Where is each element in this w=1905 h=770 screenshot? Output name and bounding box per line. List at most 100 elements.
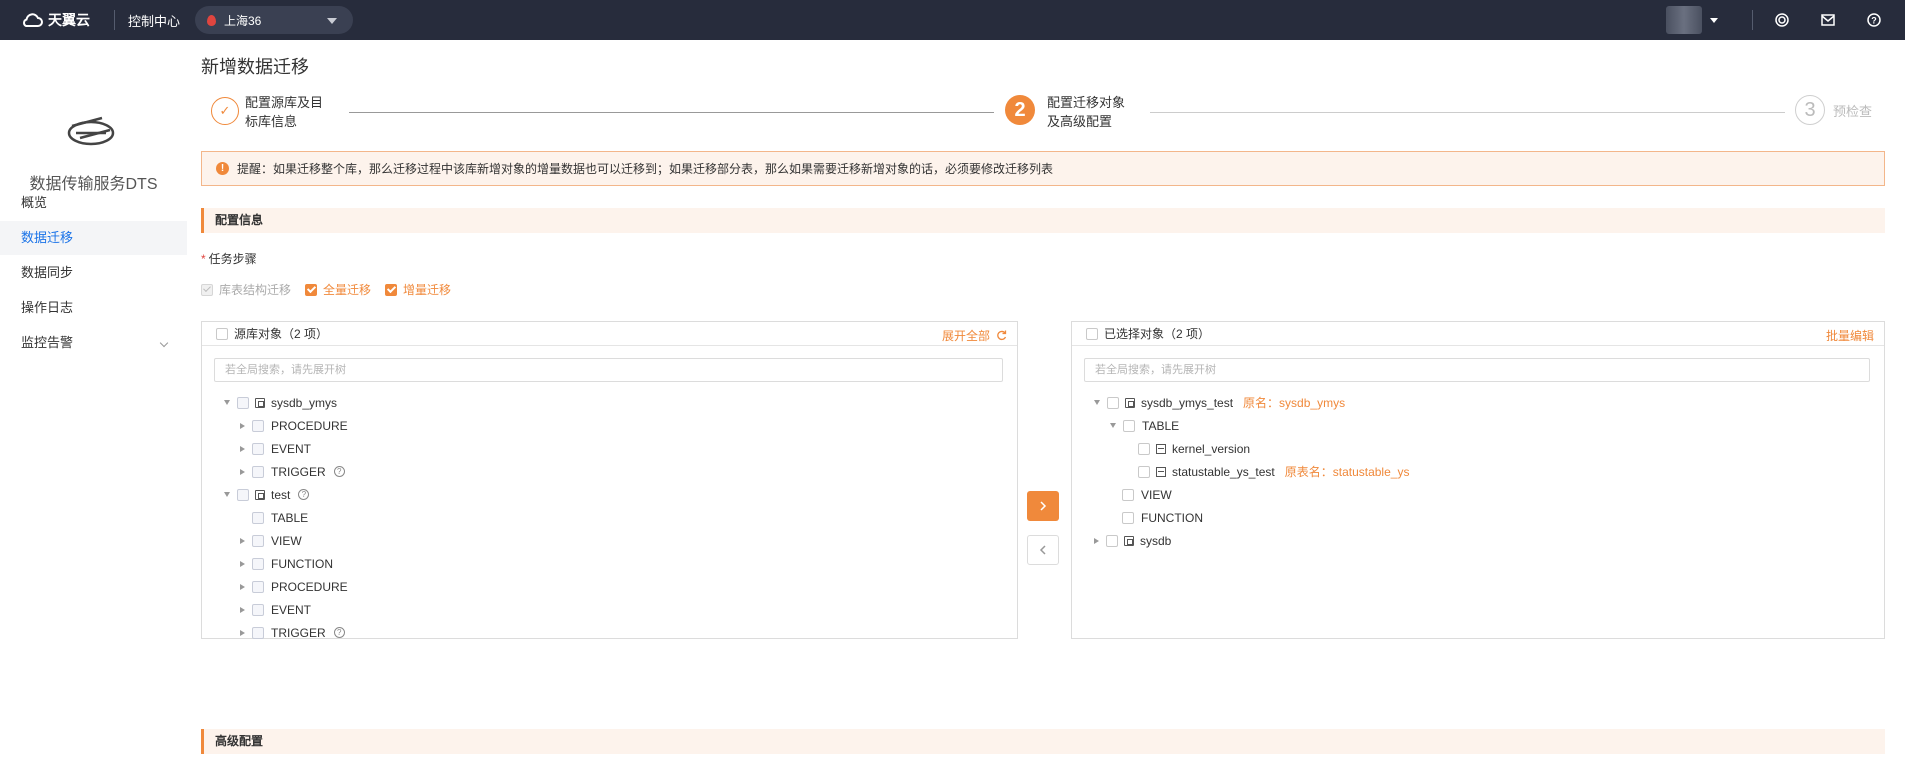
task-steps-label-text: 任务步骤 [208, 252, 257, 266]
mail-icon[interactable] [1818, 10, 1838, 30]
tree-node-database[interactable]: test ? [224, 485, 310, 504]
tree-node[interactable]: TABLE [252, 508, 308, 527]
tree-node[interactable]: VIEW [240, 531, 302, 550]
node-label: EVENT [271, 441, 312, 456]
option-schema-migration: 库表结构迁移 [201, 281, 291, 298]
node-checkbox[interactable] [252, 511, 264, 524]
chevron-down-icon [1710, 17, 1718, 23]
move-right-button[interactable] [1027, 491, 1059, 521]
expand-toggle-icon[interactable] [240, 422, 245, 429]
step-connector [1150, 112, 1785, 113]
console-link[interactable]: 控制中心 [128, 11, 180, 30]
full-migration-checkbox[interactable] [305, 283, 318, 296]
expand-all-label: 展开全部 [941, 329, 990, 343]
node-checkbox[interactable] [252, 580, 264, 593]
table-icon [1156, 443, 1166, 454]
node-checkbox[interactable] [237, 396, 249, 409]
tree-node[interactable]: EVENT [240, 439, 311, 458]
support-icon[interactable] [1772, 10, 1792, 30]
option-label: 增量迁移 [403, 283, 452, 297]
tree-node-database[interactable]: sysdb [1094, 531, 1171, 550]
option-incremental-migration[interactable]: 增量迁移 [385, 281, 451, 298]
node-checkbox[interactable] [237, 488, 249, 501]
select-all-target-checkbox[interactable] [1086, 327, 1098, 340]
node-label: TRIGGER [271, 625, 326, 640]
tree-node[interactable]: TABLE [1110, 416, 1179, 435]
node-label: TABLE [271, 510, 309, 525]
source-panel-title: 源库对象（2 项） [234, 327, 329, 341]
select-all-source-checkbox[interactable] [216, 327, 228, 340]
tree-node[interactable]: VIEW [1122, 485, 1172, 504]
tree-node-database[interactable]: sysdb_ymys_test 原名：sysdb_ymys [1094, 393, 1345, 412]
region-selector[interactable]: 上海36 [195, 6, 353, 34]
refresh-icon[interactable] [996, 330, 1007, 341]
sidebar-item-overview[interactable]: 概览 [0, 186, 187, 220]
node-checkbox[interactable] [1106, 534, 1118, 547]
question-icon[interactable]: ? [333, 466, 345, 477]
expand-toggle-icon[interactable] [240, 537, 245, 544]
step-2-label-line1: 配置迁移对象 [1047, 95, 1126, 110]
node-checkbox[interactable] [252, 534, 264, 547]
tree-node[interactable]: PROCEDURE [240, 577, 348, 596]
target-search-input[interactable] [1084, 358, 1870, 382]
expand-toggle-icon[interactable] [1094, 537, 1099, 544]
tree-node-table[interactable]: statustable_ys_test 原表名：statustable_ys [1138, 462, 1409, 481]
batch-edit-link[interactable]: 批量编辑 [1826, 327, 1874, 344]
target-panel-title: 已选择对象（2 项） [1104, 327, 1211, 341]
config-section-header: 配置信息 [201, 208, 1885, 233]
node-label: sysdb [1140, 533, 1172, 548]
help-icon[interactable]: ? [1864, 10, 1884, 30]
expand-toggle-icon[interactable] [240, 445, 245, 452]
tree-node[interactable]: PROCEDURE [240, 416, 348, 435]
brand-logo[interactable]: 天翼云 [20, 9, 90, 31]
node-checkbox[interactable] [252, 603, 264, 616]
step-2-label: 配置迁移对象 及高级配置 [1047, 93, 1125, 131]
move-left-button[interactable] [1027, 535, 1059, 565]
region-label: 上海36 [224, 13, 262, 28]
tree-node[interactable]: TRIGGER ? [240, 462, 345, 481]
question-icon[interactable]: ? [298, 489, 310, 500]
expand-toggle-icon[interactable] [240, 560, 245, 567]
chevron-down-icon [327, 18, 337, 24]
incremental-migration-checkbox[interactable] [385, 283, 398, 296]
tree-node[interactable]: FUNCTION [240, 554, 333, 573]
sidebar-item-operation-log[interactable]: 操作日志 [0, 291, 187, 325]
node-label: VIEW [1141, 487, 1172, 502]
expand-all-link[interactable]: 展开全部 [942, 327, 1007, 344]
collapse-toggle-icon[interactable] [1094, 400, 1100, 405]
node-checkbox[interactable] [1122, 511, 1134, 524]
tree-node-database[interactable]: sysdb_ymys [224, 393, 337, 412]
collapse-toggle-icon[interactable] [224, 400, 230, 405]
collapse-toggle-icon[interactable] [224, 492, 230, 497]
expand-toggle-icon[interactable] [240, 468, 245, 475]
collapse-toggle-icon[interactable] [1110, 423, 1116, 428]
node-checkbox[interactable] [252, 557, 264, 570]
expand-toggle-icon[interactable] [240, 606, 245, 613]
source-search-input[interactable] [214, 358, 1003, 382]
divider [114, 10, 115, 30]
tree-node[interactable]: FUNCTION [1122, 508, 1203, 527]
sidebar-item-monitoring[interactable]: 监控告警 [0, 326, 187, 360]
node-checkbox[interactable] [1107, 396, 1119, 409]
node-checkbox[interactable] [252, 419, 264, 432]
expand-toggle-icon[interactable] [240, 629, 245, 636]
tree-node-table[interactable]: kernel_version [1138, 439, 1250, 458]
node-checkbox[interactable] [1138, 442, 1150, 455]
sidebar-item-data-migration[interactable]: 数据迁移 [0, 221, 187, 255]
sidebar-item-data-sync[interactable]: 数据同步 [0, 256, 187, 290]
question-icon[interactable]: ? [333, 627, 345, 638]
tree-node[interactable]: TRIGGER ? [240, 623, 345, 642]
option-label: 库表结构迁移 [219, 283, 292, 297]
user-menu[interactable] [1666, 6, 1718, 34]
node-checkbox[interactable] [252, 626, 264, 639]
node-checkbox[interactable] [1123, 419, 1135, 432]
database-icon [1125, 397, 1135, 408]
option-full-migration[interactable]: 全量迁移 [305, 281, 371, 298]
expand-toggle-icon[interactable] [240, 583, 245, 590]
node-checkbox[interactable] [1138, 465, 1150, 478]
node-checkbox[interactable] [252, 442, 264, 455]
node-checkbox[interactable] [1122, 488, 1134, 501]
database-icon [1124, 535, 1134, 546]
tree-node[interactable]: EVENT [240, 600, 311, 619]
node-checkbox[interactable] [252, 465, 264, 478]
